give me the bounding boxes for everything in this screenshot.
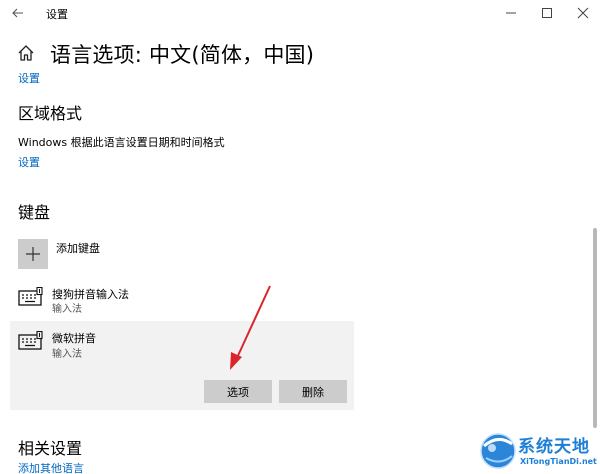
annotation-arrow-icon [230,285,271,370]
keyboard-item-name: 微软拼音 [52,332,96,345]
language-settings-link[interactable]: 设置 [18,70,40,86]
close-icon [577,7,589,19]
region-settings-link[interactable]: 设置 [18,154,40,170]
related-settings-heading: 相关设置 [18,439,83,458]
region-format-heading: 区域格式 [18,104,83,123]
keyboard-icon [18,287,43,306]
watermark-title: 系统天地 [518,437,590,457]
maximize-button[interactable] [534,2,560,24]
globe-logo-icon [480,433,516,469]
watermark-url: XiTongTianDi.net [520,457,597,466]
title-bar: 设置 [0,0,600,26]
delete-button[interactable]: 删除 [279,380,347,403]
add-other-language-link[interactable]: 添加其他语言 [18,460,84,474]
options-button[interactable]: 选项 [204,380,272,403]
back-arrow-icon [12,8,23,18]
home-icon [18,45,34,61]
page-title: 语言选项: 中文(简体，中国) [50,43,315,67]
back-button[interactable] [6,2,30,24]
minimize-icon [506,12,516,14]
keyboard-item-type: 输入法 [52,304,82,315]
watermark-logo: 系统天地 XiTongTianDi.net [476,428,600,474]
add-keyboard-label: 添加键盘 [56,242,100,255]
keyboard-icon [18,331,43,350]
window-title: 设置 [46,8,68,21]
keyboard-heading: 键盘 [18,203,51,222]
home-button[interactable] [16,43,36,63]
close-button[interactable] [570,2,596,24]
scrollbar-thumb[interactable] [593,228,597,428]
add-keyboard-button[interactable] [18,239,48,269]
minimize-button[interactable] [498,2,524,24]
plus-icon [26,247,40,261]
region-format-description: Windows 根据此语言设置日期和时间格式 [18,136,225,149]
keyboard-item-type: 输入法 [52,349,82,360]
maximize-icon [542,8,552,18]
